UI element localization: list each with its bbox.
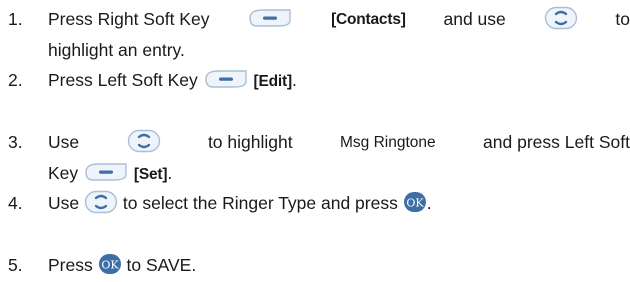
step-number: 5. xyxy=(8,255,23,275)
step-line: Press Left Soft Key [Edit]. xyxy=(48,65,630,96)
step-number: 2. xyxy=(8,70,23,90)
step-line: Press OK to SAVE. xyxy=(48,250,630,281)
step-text-segment: . xyxy=(426,193,432,213)
step-text-segment: to highlight xyxy=(207,132,293,152)
softkey-label: [Edit] xyxy=(253,73,293,90)
step-line: highlight an entry. xyxy=(48,35,630,66)
step-line: Press Right Soft Key [Contacts] and use to xyxy=(48,4,630,35)
step-text-segment: to SAVE. xyxy=(126,255,197,275)
step-number: 3. xyxy=(8,132,23,152)
ok-key-icon: OK xyxy=(403,192,426,213)
step-text-segment: and press Left Soft xyxy=(483,132,630,152)
step-text-segment: Press Left Soft Key xyxy=(48,70,198,90)
step-text-segment: to select the Ringer Type and press xyxy=(122,193,398,213)
step-number: 1. xyxy=(8,9,23,29)
soft-key-icon xyxy=(249,8,291,27)
step-text: Use to highlight Msg Ringtone and press Lef… xyxy=(48,127,630,189)
nav-key-icon xyxy=(127,129,160,152)
nav-key-icon xyxy=(544,6,577,29)
softkey-label: [Contacts] xyxy=(331,11,406,28)
soft-key-icon xyxy=(204,70,247,89)
step-text-segment: Use xyxy=(48,132,80,152)
instructions: 1. Press Right Soft Key [Contacts] and use t… xyxy=(0,0,630,282)
nav-key-icon xyxy=(84,191,118,214)
step-text: Press Right Soft Key [Contacts] and use to h… xyxy=(48,4,630,66)
step-text-segment: . xyxy=(291,70,297,90)
step-line: Use to highlight Msg Ringtone and press Lef… xyxy=(48,127,630,158)
step-text-segment: Press Right Soft Key xyxy=(48,9,210,29)
step-number: 4. xyxy=(8,193,23,213)
step-text-segment: to xyxy=(615,9,630,29)
menu-item-name: Msg Ringtone xyxy=(340,134,436,151)
svg-text:OK: OK xyxy=(406,197,424,210)
step-text-segment: highlight an entry. xyxy=(48,40,185,60)
step-text-segment: Use xyxy=(48,193,80,213)
step-text: Press Left Soft Key [Edit]. xyxy=(48,65,630,96)
svg-text:OK: OK xyxy=(101,259,119,272)
soft-key-icon xyxy=(85,163,127,182)
step-text: Use to select the Ringer Type and press … xyxy=(48,188,630,219)
step-line: Key [Set]. xyxy=(48,158,630,189)
ok-key-icon: OK xyxy=(98,254,121,275)
step-text-segment: and use xyxy=(443,9,506,29)
step-line: Use to select the Ringer Type and press … xyxy=(48,188,630,219)
step-text-segment: Press xyxy=(48,255,93,275)
step-text-segment: . xyxy=(167,163,173,183)
step-text-segment: Key xyxy=(48,163,79,183)
softkey-label: [Set] xyxy=(133,166,168,183)
step-text: Press OK to SAVE. xyxy=(48,250,630,281)
